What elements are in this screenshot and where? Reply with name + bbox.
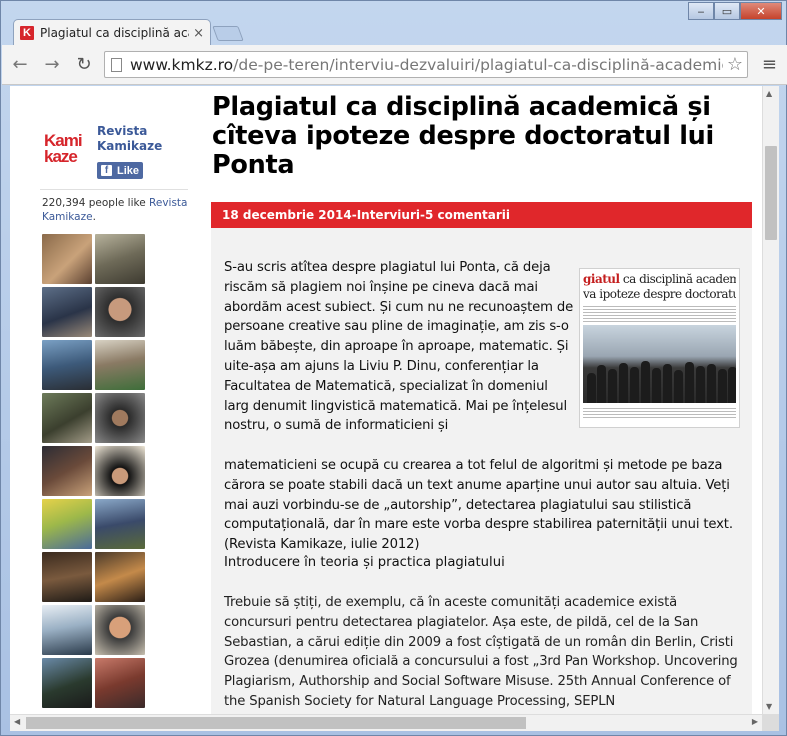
vertical-scrollbar[interactable]: ▲ ▼ <box>762 86 779 714</box>
kamikaze-logo[interactable]: Kami kaze <box>44 132 94 173</box>
fb-like-button[interactable]: f Like <box>97 162 143 179</box>
reload-button[interactable]: ↻ <box>70 51 98 79</box>
section-heading: Introducere în teoria și practica plagia… <box>224 555 505 570</box>
scroll-corner <box>762 714 779 731</box>
vertical-scroll-thumb[interactable] <box>765 146 777 240</box>
likes-count: 220,394 people like <box>42 197 146 209</box>
figure-title-red: giatul <box>583 272 620 286</box>
scroll-left-icon[interactable]: ◀ <box>14 717 20 726</box>
fan-avatar[interactable] <box>95 658 145 708</box>
comments-link[interactable]: 5 comentarii <box>425 208 510 222</box>
address-bar[interactable]: www.kmkz.ro/de-pe-teren/interviu-dezvalu… <box>104 51 748 78</box>
window-close-button[interactable]: ✕ <box>740 2 782 20</box>
scroll-right-icon[interactable]: ▶ <box>752 717 758 726</box>
url-path: /de-pe-teren/interviu-dezvaluiri/plagiat… <box>233 55 723 74</box>
url-host: www.kmkz.ro <box>130 55 234 74</box>
tab-active[interactable]: K Plagiatul ca disciplină academică × <box>13 19 211 46</box>
forward-button[interactable]: → <box>38 51 66 79</box>
page-viewport: Kami kaze Revista Kamikaze f Like 220,394… <box>10 86 762 714</box>
article-meta-bar: 18 decembrie 2014 - Interviuri - 5 comen… <box>211 202 752 228</box>
group-photo <box>583 325 736 403</box>
back-button[interactable]: ← <box>6 51 34 79</box>
figure-title: giatul ca disciplină academică <box>583 272 736 287</box>
page-icon <box>111 57 122 72</box>
horizontal-scrollbar[interactable]: ◀ ▶ <box>10 714 762 731</box>
window-controls: ‒ ▭ ✕ <box>688 2 782 20</box>
browser-toolbar: ← → ↻ www.kmkz.ro/de-pe-teren/interviu-d… <box>2 45 787 85</box>
tab-strip: K Plagiatul ca disciplină academică × ‒ … <box>1 1 787 46</box>
browser-window: K Plagiatul ca disciplină academică × ‒ … <box>0 0 787 736</box>
facebook-icon: f <box>101 165 112 176</box>
fan-avatar[interactable] <box>42 234 92 284</box>
logo-line2: kaze <box>44 147 78 166</box>
divider <box>40 189 188 190</box>
minimize-button[interactable]: ‒ <box>688 2 714 20</box>
fan-avatar[interactable] <box>95 552 145 602</box>
article-image[interactable]: giatul ca disciplină academică va ipotez… <box>579 268 740 428</box>
figure-subtitle: va ipoteze despre doctoratul lui Po <box>583 287 736 301</box>
fan-avatar[interactable] <box>42 499 92 549</box>
likes-tail: . <box>92 211 96 223</box>
fan-avatar[interactable] <box>95 340 145 390</box>
url-text: www.kmkz.ro/de-pe-teren/interviu-dezvalu… <box>130 56 723 74</box>
fan-avatars-grid <box>42 234 150 708</box>
fan-avatar[interactable] <box>95 605 145 655</box>
category-link[interactable]: Interviuri <box>357 208 420 222</box>
fan-avatar[interactable] <box>42 446 92 496</box>
fan-avatar[interactable] <box>95 234 145 284</box>
article-title: Plagiatul ca disciplină academică și cît… <box>212 92 714 180</box>
chrome-menu-icon[interactable]: ≡ <box>762 54 777 75</box>
paragraph-intro: S-au scris atîtea despre plagiatul lui P… <box>224 260 574 434</box>
new-tab-button[interactable] <box>212 26 244 41</box>
paragraph-body: Trebuie să știți, de exemplu, că în aces… <box>224 595 738 709</box>
fan-avatar[interactable] <box>42 605 92 655</box>
scroll-up-icon[interactable]: ▲ <box>766 89 772 98</box>
fan-avatar[interactable] <box>95 499 145 549</box>
kamikaze-favicon-icon: K <box>20 26 34 40</box>
like-label: Like <box>117 164 140 177</box>
tab-title: Plagiatul ca disciplină academică <box>40 26 189 40</box>
paragraph-intro-cont: matematicieni se ocupă cu crearea a tot … <box>224 458 733 553</box>
fan-avatar[interactable] <box>42 552 92 602</box>
bookmark-star-icon[interactable]: ☆ <box>723 54 747 75</box>
scroll-down-icon[interactable]: ▼ <box>766 702 772 711</box>
fan-avatar[interactable] <box>42 340 92 390</box>
figure-title-rest: ca disciplină academică <box>622 272 736 286</box>
maximize-button[interactable]: ▭ <box>714 2 740 20</box>
fan-avatar[interactable] <box>95 287 145 337</box>
figure-caption <box>583 406 736 418</box>
likes-count-text: 220,394 people like Revista Kamikaze. <box>42 196 188 224</box>
figure-small-text <box>583 304 736 322</box>
fan-avatar[interactable] <box>42 287 92 337</box>
fan-avatar[interactable] <box>42 658 92 708</box>
article-body: giatul ca disciplină academică va ipotez… <box>211 228 752 714</box>
fan-avatar[interactable] <box>95 393 145 443</box>
fb-page-name-link[interactable]: Revista Kamikaze <box>97 124 177 154</box>
tab-close-icon[interactable]: × <box>193 26 204 41</box>
horizontal-scroll-thumb[interactable] <box>26 717 526 729</box>
fan-avatar[interactable] <box>42 393 92 443</box>
article-date: 18 decembrie 2014 <box>222 208 352 222</box>
fan-avatar[interactable] <box>95 446 145 496</box>
